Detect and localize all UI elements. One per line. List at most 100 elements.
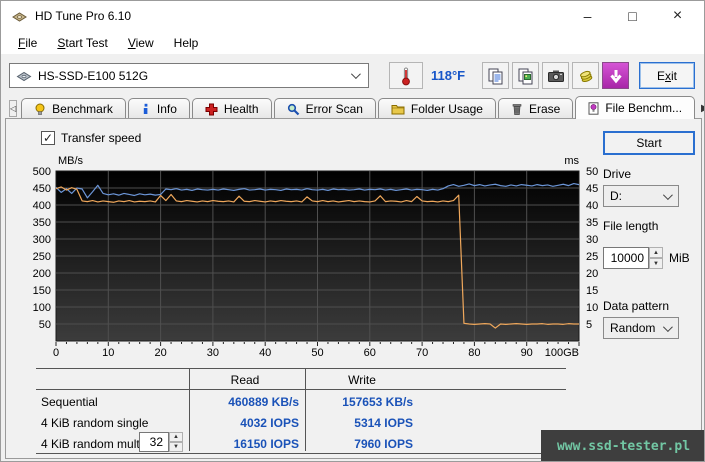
target-drive-select[interactable]: D: <box>603 185 679 207</box>
file-length-input[interactable]: 10000 <box>603 247 649 269</box>
svg-text:25: 25 <box>586 251 598 263</box>
svg-text:50: 50 <box>311 347 323 359</box>
svg-text:50: 50 <box>39 319 51 331</box>
trash-icon <box>512 103 522 115</box>
chevron-down-icon <box>350 69 361 80</box>
menu-view[interactable]: View <box>119 33 163 53</box>
svg-text:0: 0 <box>53 347 59 359</box>
svg-text:5: 5 <box>586 319 592 331</box>
svg-text:250: 250 <box>33 251 51 263</box>
queue-depth-down-button[interactable]: ▼ <box>169 442 183 452</box>
tab-health[interactable]: Health <box>191 98 272 119</box>
queue-depth-up-button[interactable]: ▲ <box>169 432 183 442</box>
svg-text:30: 30 <box>586 234 598 246</box>
maximize-button[interactable]: □ <box>610 1 655 31</box>
folder-icon <box>391 105 405 115</box>
temperature-button[interactable] <box>389 62 423 89</box>
file-length-up-button[interactable]: ▲ <box>649 247 663 258</box>
svg-text:300: 300 <box>33 234 51 246</box>
transfer-speed-checkbox[interactable]: ✓ <box>41 131 55 145</box>
file-length-label: File length <box>603 219 659 233</box>
menu-file[interactable]: File <box>9 33 46 53</box>
svg-text:450: 450 <box>33 183 51 195</box>
data-pattern-label: Data pattern <box>603 299 670 313</box>
random-multi-read-value: 16150 IOPS <box>233 437 299 451</box>
tab-folder-usage[interactable]: Folder Usage <box>377 98 496 119</box>
disk-stack-icon <box>579 70 592 82</box>
start-button[interactable]: Start <box>603 131 695 155</box>
info-icon <box>143 103 148 114</box>
menu-start-test[interactable]: Start Test <box>48 33 116 53</box>
row-label-random-single: 4 KiB random single <box>41 416 149 430</box>
tab-benchmark[interactable]: Benchmark <box>21 98 126 119</box>
svg-text:10: 10 <box>586 302 598 314</box>
svg-text:30: 30 <box>207 347 219 359</box>
tab-strip: ◁ Benchmark Info Health Error Scan Folde… <box>1 96 704 119</box>
data-pattern-select[interactable]: Random <box>603 317 679 339</box>
camera-icon <box>547 70 564 82</box>
tab-erase[interactable]: Erase <box>497 98 574 119</box>
table-divider <box>189 368 190 451</box>
svg-text:150: 150 <box>33 285 51 297</box>
svg-text:50: 50 <box>586 166 598 178</box>
svg-text:100GB: 100GB <box>545 347 579 359</box>
queue-depth-spinner: ▲ ▼ <box>169 432 183 452</box>
copy-image-button[interactable] <box>512 62 539 89</box>
svg-text:70: 70 <box>416 347 428 359</box>
row-label-random-multi: 4 KiB random multi <box>41 437 143 451</box>
svg-text:350: 350 <box>33 217 51 229</box>
svg-text:15: 15 <box>586 285 598 297</box>
tab-scroll-left-button[interactable]: ◁ <box>9 100 18 117</box>
chevron-down-icon <box>662 321 673 332</box>
title-bar: HD Tune Pro 6.10 – □ × <box>1 1 704 31</box>
svg-text:60: 60 <box>364 347 376 359</box>
queue-depth-input[interactable]: 32 <box>139 432 169 452</box>
svg-text:ms: ms <box>564 155 579 167</box>
copy-image-icon <box>518 68 532 84</box>
tab-scroll-right-button[interactable]: ▶ <box>701 100 704 117</box>
svg-text:100: 100 <box>33 302 51 314</box>
thermometer-icon <box>402 67 410 85</box>
file-length-down-button[interactable]: ▼ <box>649 258 663 269</box>
svg-text:90: 90 <box>521 347 533 359</box>
lightbulb-icon <box>35 103 45 115</box>
menu-bar: File Start Test View Help <box>1 31 704 54</box>
random-single-read-value: 4032 IOPS <box>240 416 299 430</box>
temperature-value: 118°F <box>431 68 466 83</box>
screenshot-button[interactable] <box>542 62 569 89</box>
tab-file-benchmark[interactable]: File Benchm... <box>575 96 696 119</box>
table-divider <box>305 368 306 451</box>
sequential-read-value: 460889 KB/s <box>228 395 299 409</box>
svg-text:400: 400 <box>33 200 51 212</box>
svg-text:35: 35 <box>586 217 598 229</box>
tab-info[interactable]: Info <box>127 98 190 119</box>
minimize-button[interactable]: – <box>565 1 610 31</box>
transfer-speed-chart: 5010015020025030035040045050051015202530… <box>33 155 599 359</box>
svg-text:40: 40 <box>586 200 598 212</box>
transfer-speed-label: Transfer speed <box>61 131 142 145</box>
menu-help[interactable]: Help <box>165 33 208 53</box>
row-label-sequential: Sequential <box>41 395 98 409</box>
svg-text:200: 200 <box>33 268 51 280</box>
drive-combobox[interactable]: HS-SSD-E100 512G <box>9 63 369 88</box>
svg-text:500: 500 <box>33 166 51 178</box>
table-divider <box>36 368 566 369</box>
chevron-down-icon <box>662 189 673 200</box>
export-button[interactable] <box>602 62 629 89</box>
random-multi-write-value: 7960 IOPS <box>354 437 413 451</box>
selected-drive-label: HS-SSD-E100 512G <box>38 68 149 83</box>
table-divider <box>36 453 566 454</box>
health-cross-icon <box>205 103 218 115</box>
sequential-write-value: 157653 KB/s <box>342 395 413 409</box>
save-results-button[interactable] <box>572 62 599 89</box>
svg-text:MB/s: MB/s <box>58 155 84 167</box>
magnifier-icon <box>287 103 299 115</box>
exit-button[interactable]: Exit <box>639 62 695 89</box>
watermark: www.ssd-tester.pl <box>541 430 704 461</box>
hd-tune-window: HD Tune Pro 6.10 – □ × File Start Test V… <box>0 0 705 462</box>
copy-text-button[interactable] <box>482 62 509 89</box>
tab-error-scan[interactable]: Error Scan <box>273 98 376 119</box>
close-button[interactable]: × <box>655 1 700 31</box>
transfer-speed-option[interactable]: ✓ Transfer speed <box>41 131 141 145</box>
drive-label: Drive <box>603 167 632 181</box>
